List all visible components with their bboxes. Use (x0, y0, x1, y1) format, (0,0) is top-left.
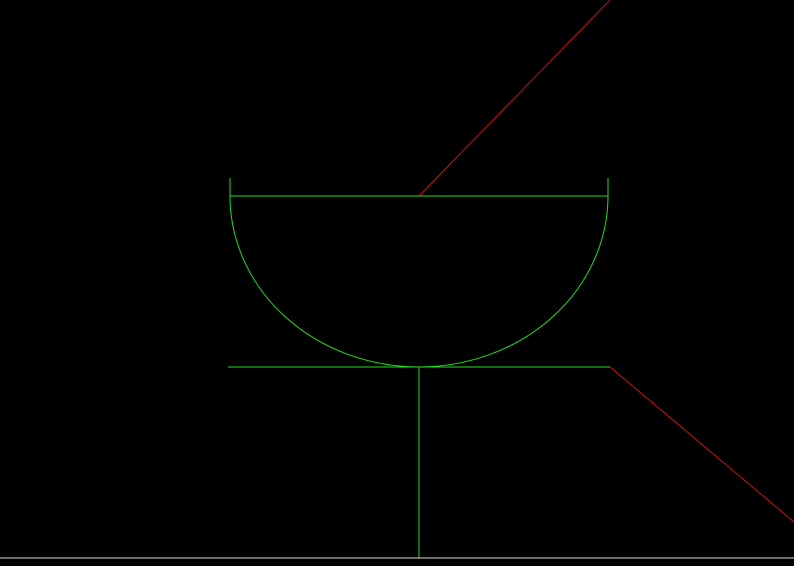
canvas-background (0, 0, 794, 566)
cad-drawing-canvas (0, 0, 794, 566)
